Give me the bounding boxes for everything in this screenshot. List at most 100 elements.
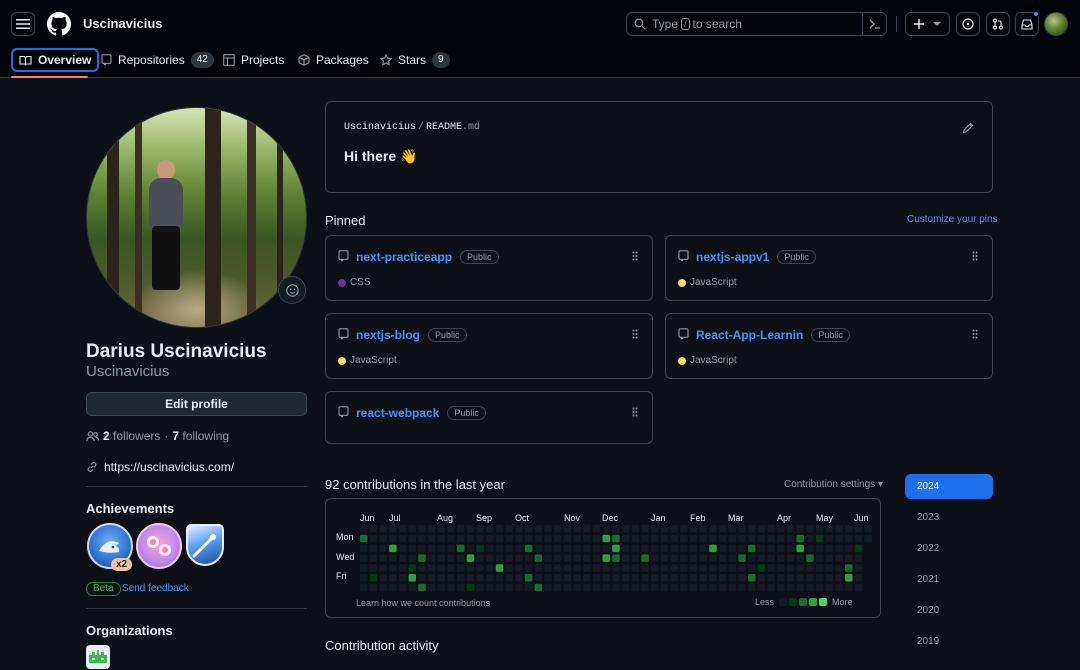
contribution-day[interactable] — [845, 534, 853, 543]
contribution-day[interactable] — [670, 554, 678, 562]
contribution-day[interactable] — [495, 544, 504, 553]
contribution-day[interactable] — [408, 525, 417, 533]
tab-stars[interactable]: Stars 9 — [374, 48, 456, 72]
readme-owner-link[interactable]: Uscinavicius — [344, 122, 416, 133]
contribution-day[interactable] — [427, 564, 436, 572]
contribution-day[interactable] — [825, 583, 834, 592]
contribution-day[interactable] — [612, 544, 620, 553]
following-link[interactable]: 7 following — [172, 429, 229, 443]
contribution-day[interactable] — [612, 534, 620, 543]
contribution-day[interactable] — [641, 574, 649, 582]
contribution-day[interactable] — [437, 583, 446, 592]
contribution-day[interactable] — [767, 534, 775, 543]
contribution-day[interactable] — [554, 574, 562, 582]
contribution-day[interactable] — [777, 574, 785, 582]
contribution-day[interactable] — [806, 544, 814, 553]
contribution-day[interactable] — [709, 574, 717, 582]
pinned-repo-link[interactable]: React-App-Learnin — [696, 328, 803, 342]
contribution-day[interactable] — [389, 534, 397, 543]
contribution-day[interactable] — [379, 564, 387, 572]
contribution-day[interactable] — [670, 534, 678, 543]
contribution-day[interactable] — [457, 534, 465, 543]
contribution-day[interactable] — [612, 525, 620, 533]
contribution-day[interactable] — [369, 564, 378, 572]
contribution-day[interactable] — [369, 574, 378, 582]
grabber-icon[interactable] — [972, 329, 978, 339]
contribution-day[interactable] — [612, 564, 620, 572]
contribution-day[interactable] — [486, 564, 494, 572]
contribution-day[interactable] — [806, 583, 814, 592]
contribution-day[interactable] — [486, 583, 494, 592]
contribution-day[interactable] — [360, 525, 368, 533]
contribution-day[interactable] — [505, 554, 514, 562]
contribution-day[interactable] — [602, 574, 611, 582]
contribution-day[interactable] — [854, 583, 863, 592]
contribution-day[interactable] — [728, 564, 737, 572]
contribution-day[interactable] — [641, 554, 649, 562]
contribution-day[interactable] — [738, 544, 746, 553]
create-new-button[interactable] — [905, 12, 950, 36]
contribution-day[interactable] — [457, 525, 465, 533]
contribution-day[interactable] — [777, 583, 785, 592]
contribution-day[interactable] — [466, 544, 475, 553]
contribution-day[interactable] — [757, 554, 766, 562]
contribution-day[interactable] — [418, 544, 426, 553]
contribution-day[interactable] — [621, 525, 630, 533]
contribution-day[interactable] — [806, 534, 814, 543]
contribution-day[interactable] — [864, 534, 872, 543]
contribution-day[interactable] — [631, 574, 640, 582]
contribution-day[interactable] — [563, 574, 572, 582]
contribution-day[interactable] — [689, 554, 698, 562]
contribution-day[interactable] — [680, 554, 688, 562]
contribution-day[interactable] — [418, 583, 426, 592]
contribution-day[interactable] — [786, 534, 795, 543]
contribution-day[interactable] — [845, 574, 853, 582]
year-button-2019[interactable]: 2019 — [905, 629, 993, 654]
contribution-day[interactable] — [573, 534, 581, 543]
contribution-day[interactable] — [398, 534, 407, 543]
contribution-day[interactable] — [670, 574, 678, 582]
contribution-day[interactable] — [486, 544, 494, 553]
contribution-day[interactable] — [369, 534, 378, 543]
contribution-day[interactable] — [524, 554, 533, 562]
contribution-day[interactable] — [563, 554, 572, 562]
contribution-day[interactable] — [437, 525, 446, 533]
contribution-day[interactable] — [738, 583, 746, 592]
contribution-day[interactable] — [757, 534, 766, 543]
contribution-day[interactable] — [369, 554, 378, 562]
contribution-day[interactable] — [408, 583, 417, 592]
contribution-day[interactable] — [777, 554, 785, 562]
contribution-day[interactable] — [457, 554, 465, 562]
contribution-day[interactable] — [777, 564, 785, 572]
contribution-day[interactable] — [631, 554, 640, 562]
contribution-day[interactable] — [680, 534, 688, 543]
contribution-day[interactable] — [583, 544, 591, 553]
contribution-day[interactable] — [602, 534, 611, 543]
contribution-day[interactable] — [641, 544, 649, 553]
contribution-day[interactable] — [476, 583, 484, 592]
contribution-day[interactable] — [680, 564, 688, 572]
contribution-day[interactable] — [689, 564, 698, 572]
contribution-day[interactable] — [398, 525, 407, 533]
issues-button[interactable] — [956, 12, 980, 36]
contribution-day[interactable] — [786, 525, 795, 533]
contribution-day[interactable] — [815, 534, 824, 543]
contribution-day[interactable] — [544, 525, 552, 533]
contribution-day[interactable] — [825, 534, 834, 543]
contribution-day[interactable] — [602, 554, 611, 562]
contribution-day[interactable] — [709, 554, 717, 562]
contribution-day[interactable] — [806, 574, 814, 582]
grabber-icon[interactable] — [632, 251, 638, 261]
contribution-day[interactable] — [427, 554, 436, 562]
edit-readme-button[interactable] — [962, 121, 974, 137]
contribution-day[interactable] — [718, 583, 727, 592]
contribution-day[interactable] — [369, 583, 378, 592]
contribution-day[interactable] — [718, 534, 727, 543]
contribution-day[interactable] — [651, 525, 659, 533]
contribution-day[interactable] — [718, 525, 727, 533]
contribution-day[interactable] — [748, 525, 756, 533]
contribution-day[interactable] — [728, 525, 737, 533]
github-logo-icon[interactable] — [47, 12, 71, 36]
contribution-day[interactable] — [534, 525, 543, 533]
pinned-repo-link[interactable]: nextjs-appv1 — [696, 250, 769, 264]
